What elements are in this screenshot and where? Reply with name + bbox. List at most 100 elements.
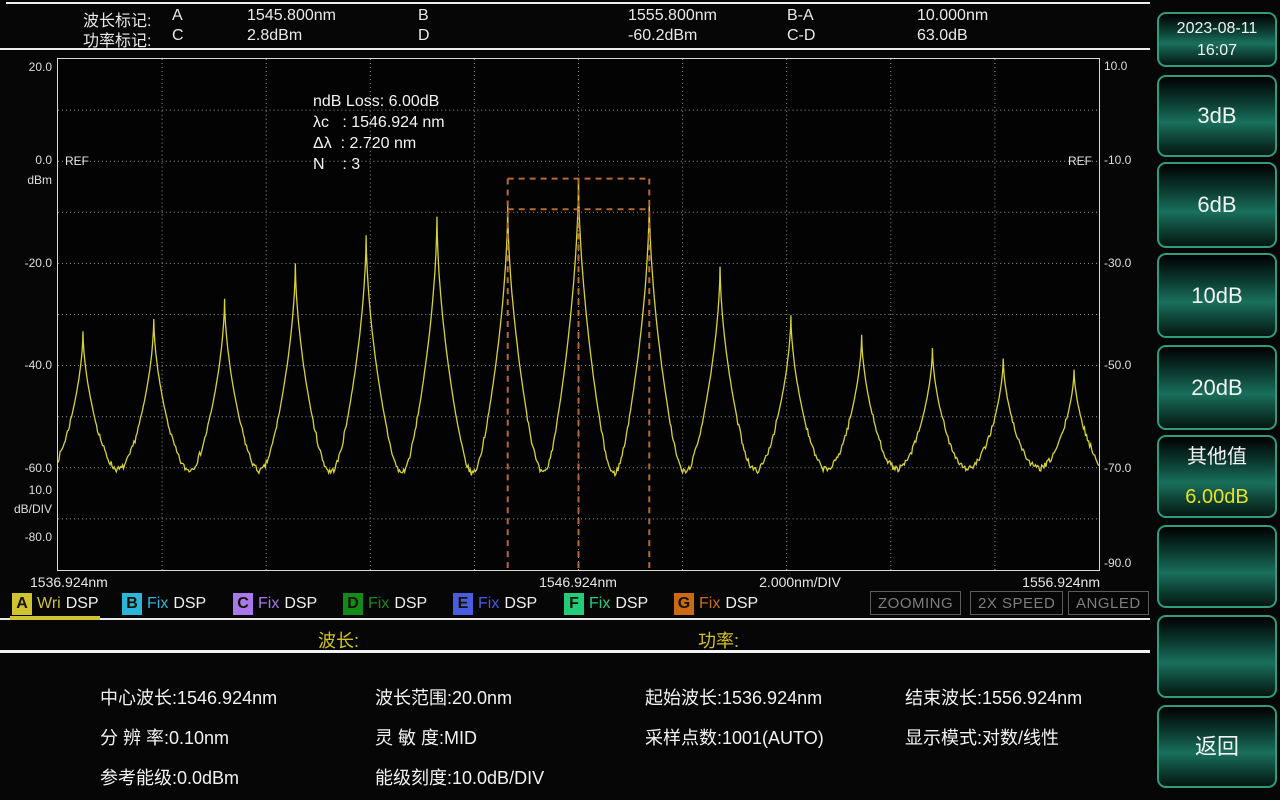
status-2x-speed: 2X SPEED (970, 591, 1064, 615)
trace-mode-label: Wri (37, 595, 61, 612)
y-left-axis-unit: 10.0 (28, 483, 52, 497)
trace-c-legend[interactable]: C Fix DSP (233, 592, 317, 616)
setting-value: 0.0dBm (177, 768, 240, 788)
softkey-label: 6dB (1197, 192, 1237, 217)
trace-d-legend[interactable]: D Fix DSP (343, 592, 427, 616)
y-left-tick: 0.0 (35, 153, 52, 167)
ndb-analysis-line: Δλ : 2.720 nm (313, 135, 417, 152)
softkey-label: 10dB (1191, 282, 1243, 308)
setting-readout: 采样点数:1001(AUTO) (645, 724, 824, 750)
ref-label-right: REF (1068, 154, 1092, 168)
softkey-6db[interactable]: 6dB (1157, 162, 1277, 248)
setting-readout: 中心波长:1546.924nm (100, 684, 277, 710)
spectrum-svg (58, 59, 1099, 570)
spectrum-plot[interactable]: REF REF (57, 58, 1100, 571)
ref-label-left: REF (65, 154, 89, 168)
y-right-tick: -30.0 (1104, 256, 1132, 270)
setting-value: 1536.924nm (722, 688, 823, 708)
trace-letter-box: G (674, 593, 694, 615)
y-right-tick: -90.0 (1104, 556, 1132, 570)
trace-f-legend[interactable]: F Fix DSP (564, 592, 648, 616)
setting-readout: 结束波长:1556.924nm (905, 684, 1082, 710)
trace-mode-label: Fix (478, 595, 500, 612)
trace-letter-box: F (564, 593, 584, 615)
trace-e-legend[interactable]: E Fix DSP (453, 592, 537, 616)
setting-label: 显示模式: (905, 728, 983, 748)
power-marker-label: 功率标记: (83, 33, 152, 50)
y-left-tick: 20.0 (28, 60, 52, 74)
setting-readout: 波长范围:20.0nm (375, 684, 512, 710)
status-angled: ANGLED (1068, 591, 1149, 615)
setting-readout: 灵 敏 度:MID (375, 724, 477, 750)
marker-d-value: -60.2dBm (628, 27, 698, 44)
trace-mode-label: Fix (368, 595, 390, 612)
y-right-tick: -70.0 (1104, 461, 1132, 475)
setting-label: 波长范围: (375, 688, 453, 708)
setting-label: 灵 敏 度: (375, 728, 445, 748)
ndb-analysis-line: λc : 1546.924 nm (313, 114, 445, 131)
marker-a-letter: A (172, 7, 183, 24)
setting-value: 1001(AUTO) (722, 728, 824, 748)
setting-value: 0.10nm (169, 728, 230, 748)
setting-value: 1546.924nm (177, 688, 278, 708)
softkey-datetime[interactable]: 2023-08-11 16:07 (1157, 12, 1277, 67)
y-left-tick: -60.0 (24, 461, 52, 475)
softkey-label: 3dB (1197, 103, 1237, 128)
setting-label: 参考能级: (100, 768, 178, 788)
softkey-blank-1[interactable] (1157, 525, 1277, 608)
x-label-end: 1556.924nm (1022, 574, 1100, 590)
trace-letter-box: D (343, 593, 363, 615)
trace-kind-label: DSP (394, 595, 428, 612)
softkey-back[interactable]: 返回 (1157, 705, 1277, 788)
trace-letter-box: E (453, 593, 473, 615)
header-bottom-divider (0, 48, 1150, 50)
ndb-analysis-readout: ndB Loss: 6.00dB λc : 1546.924 nm Δλ : 2.7… (313, 91, 445, 175)
ndb-analysis-line: ndB Loss: 6.00dB (313, 93, 440, 110)
softkey-20db[interactable]: 20dB (1157, 345, 1277, 430)
trace-g-legend[interactable]: G Fix DSP (674, 592, 758, 616)
trace-mode-label: Fix (699, 595, 721, 612)
trace-kind-label: DSP (725, 595, 759, 612)
trace-kind-label: DSP (504, 595, 538, 612)
active-trace-underline (10, 616, 100, 620)
softkey-label: 16:07 (1196, 41, 1238, 59)
marker-cd-value: 63.0dB (917, 27, 968, 44)
trace-letter-box: A (12, 593, 32, 615)
y-right-tick: 10.0 (1104, 59, 1128, 73)
status-zooming: ZOOMING (870, 591, 962, 615)
marker-b-letter: B (418, 7, 429, 24)
setting-label: 中心波长: (100, 688, 178, 708)
softkey-10db[interactable]: 10dB (1157, 253, 1277, 338)
setting-label: 分 辨 率: (100, 728, 170, 748)
setting-readout: 能级刻度:10.0dB/DIV (375, 764, 544, 790)
trace-letter-box: C (233, 593, 253, 615)
trace-a-legend[interactable]: A Wri DSP (12, 592, 99, 616)
trace-kind-label: DSP (173, 595, 207, 612)
y-left-tick: -40.0 (24, 358, 52, 372)
marker-c-letter: C (172, 27, 184, 44)
marker-ba-value: 10.000nm (917, 7, 989, 24)
setting-value: MID (444, 728, 478, 748)
marker-cd-label: C-D (787, 27, 816, 44)
y-left-tick: -80.0 (24, 530, 52, 544)
softkey-blank-2[interactable] (1157, 615, 1277, 698)
trace-b-legend[interactable]: B Fix DSP (122, 592, 206, 616)
trace-letter-box: B (122, 593, 142, 615)
softkey-3db[interactable]: 3dB (1157, 75, 1277, 157)
marker-ba-label: B-A (787, 7, 814, 24)
settings-divider (0, 650, 1150, 653)
softkey-other-value[interactable]: 其他值 6.00dB (1157, 435, 1277, 518)
legend-divider (0, 618, 1150, 620)
trace-mode-label: Fix (258, 595, 280, 612)
softkey-label: 其他值 (1187, 445, 1247, 468)
marker-c-value: 2.8dBm (247, 27, 303, 44)
marker-a-value: 1545.800nm (247, 7, 336, 24)
setting-label: 能级刻度: (375, 768, 453, 788)
x-label-start: 1536.924nm (30, 574, 108, 590)
setting-label: 结束波长: (905, 688, 983, 708)
setting-label: 采样点数: (645, 728, 723, 748)
x-label-center: 1546.924nm (539, 574, 617, 590)
trace-kind-label: DSP (615, 595, 649, 612)
setting-value: 对数/线性 (982, 728, 1060, 748)
setting-label: 起始波长: (645, 688, 723, 708)
